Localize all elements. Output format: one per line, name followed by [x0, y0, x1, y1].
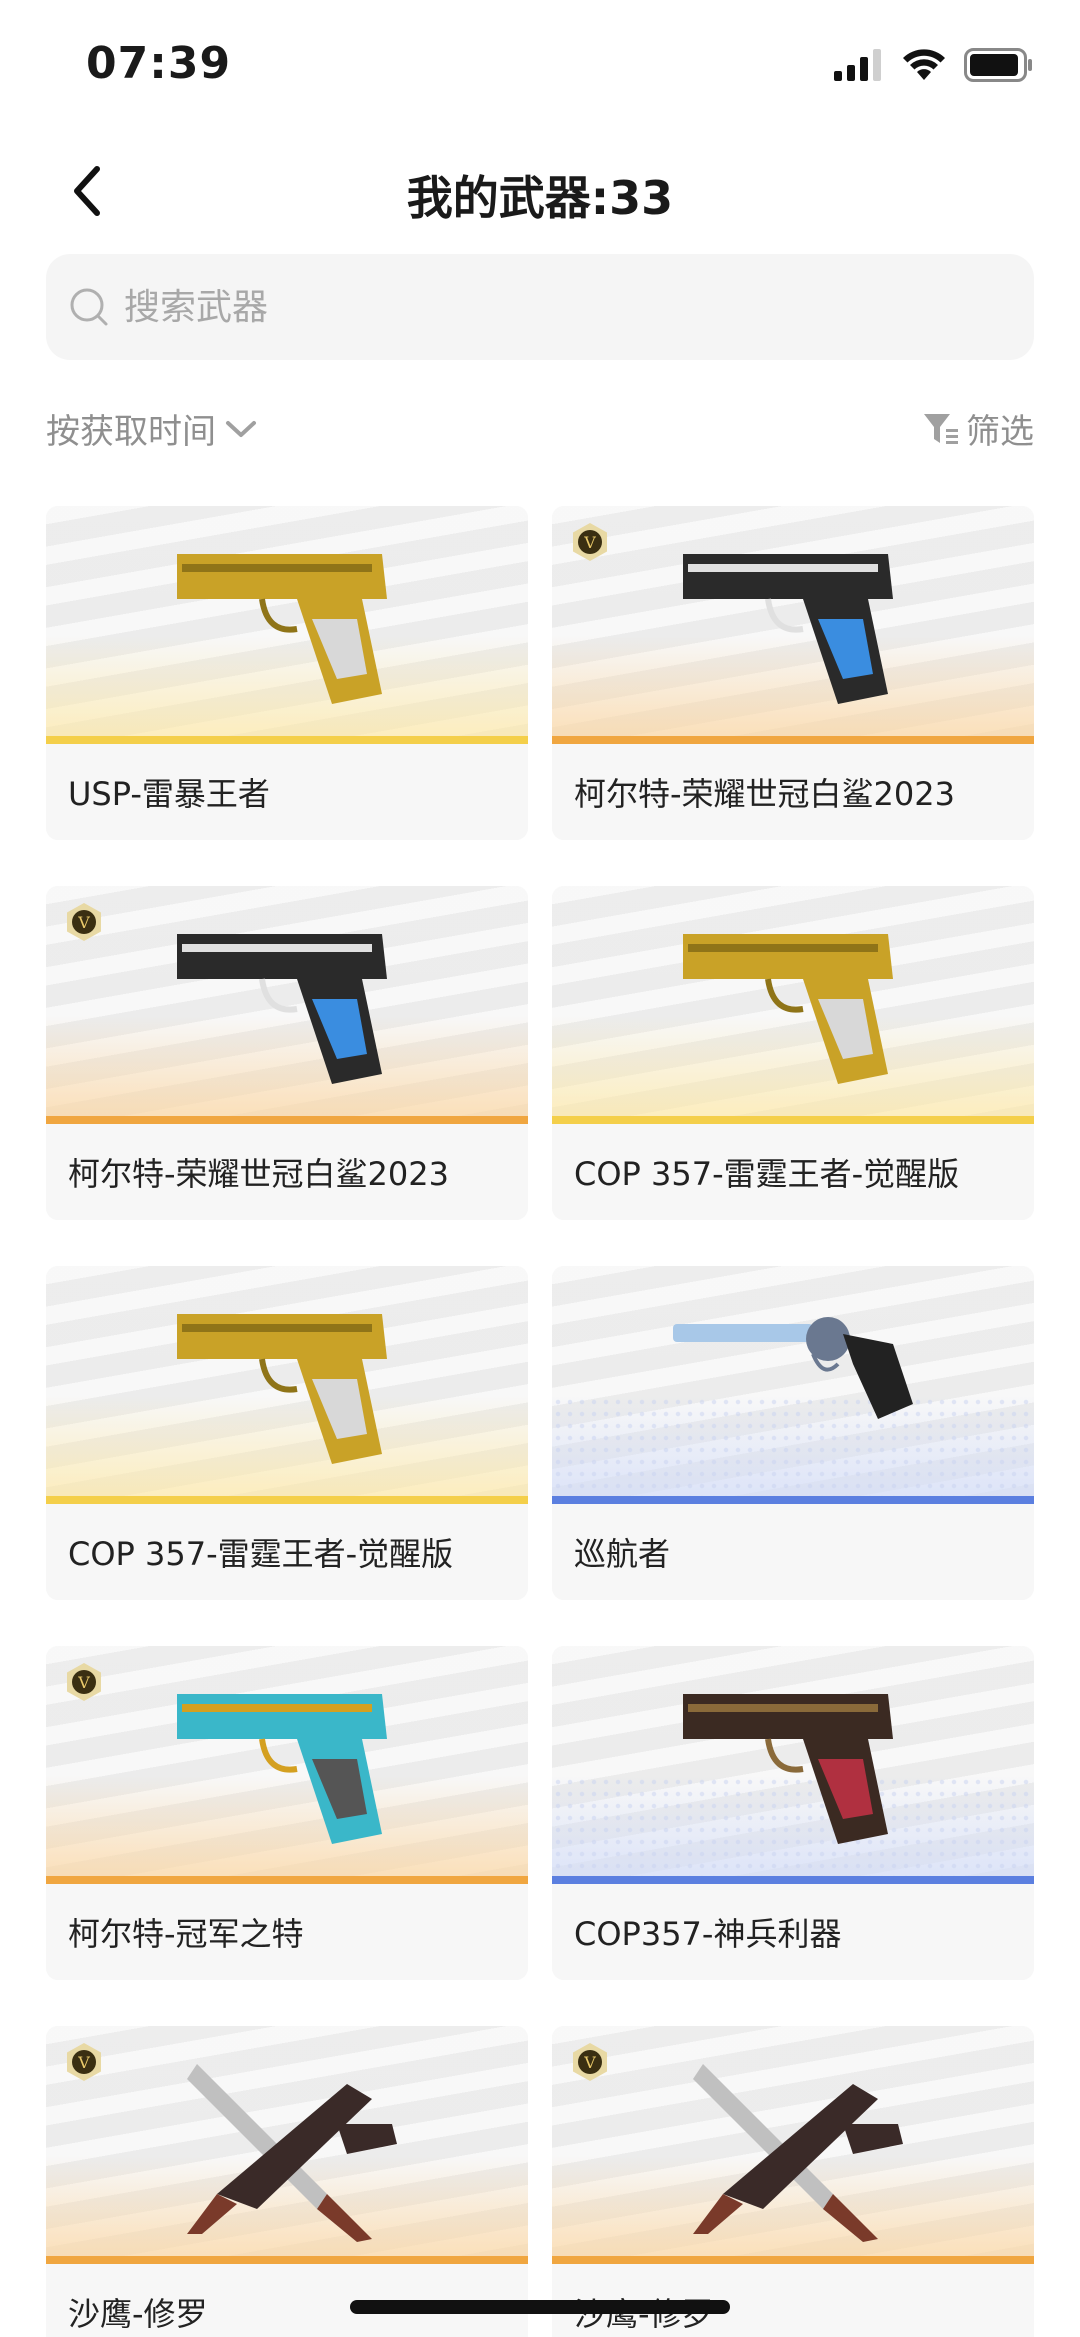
- rarity-bar: [552, 1116, 1034, 1124]
- toolbar: 按获取时间 筛选: [46, 404, 1034, 460]
- home-indicator: [350, 2300, 730, 2314]
- v-badge-icon: V: [67, 1663, 101, 1701]
- deagle-knife-icon: [693, 2064, 903, 2242]
- page-title: 我的武器:33: [406, 171, 674, 225]
- weapon-name: 柯尔特-荣耀世冠白鲨2023: [552, 744, 1034, 840]
- weapon-name: 柯尔特-冠军之特: [46, 1884, 528, 1980]
- weapon-name: 巡航者: [552, 1504, 1034, 1600]
- weapon-name: 柯尔特-荣耀世冠白鲨2023: [46, 1124, 528, 1220]
- weapon-image: V: [46, 1646, 528, 1884]
- search-icon: [70, 288, 108, 326]
- svg-text:V: V: [583, 2053, 596, 2072]
- v-badge-icon: V: [573, 523, 607, 561]
- pistol-blackwhite-icon: [683, 554, 893, 704]
- nav-bar: 我的武器:33: [0, 140, 1080, 240]
- search-input[interactable]: [124, 286, 1004, 328]
- weapon-image: [552, 1646, 1034, 1884]
- v-badge-icon: V: [67, 903, 101, 941]
- rarity-bar: [46, 1876, 528, 1884]
- pistol-teal-icon: [177, 1694, 387, 1844]
- weapon-card[interactable]: COP 357-雷霆王者-觉醒版: [46, 1266, 528, 1600]
- sort-label: 按获取时间: [46, 412, 216, 452]
- sort-dropdown[interactable]: 按获取时间: [46, 404, 258, 453]
- signal-icon: [834, 49, 881, 81]
- weapon-card[interactable]: V 沙鹰-修罗: [552, 2026, 1034, 2337]
- weapon-image: [552, 886, 1034, 1124]
- revolver-icon: [673, 1317, 913, 1419]
- weapon-image: [46, 506, 528, 744]
- weapon-card[interactable]: V 沙鹰-修罗: [46, 2026, 528, 2337]
- pistol-gold-icon: [177, 554, 387, 704]
- rarity-bar: [46, 1496, 528, 1504]
- pistol-dark-icon: [683, 1694, 893, 1844]
- svg-text:V: V: [77, 913, 90, 932]
- weapon-grid: USP-雷暴王者 V 柯尔特-荣耀世冠白鲨2023 V 柯尔特-荣耀世冠白鲨2023 CO…: [46, 506, 1034, 2337]
- weapon-image: V: [552, 506, 1034, 744]
- weapon-card[interactable]: COP 357-雷霆王者-觉醒版: [552, 886, 1034, 1220]
- rarity-bar: [46, 2256, 528, 2264]
- weapon-name: COP357-神兵利器: [552, 1884, 1034, 1980]
- weapon-card[interactable]: COP357-神兵利器: [552, 1646, 1034, 1980]
- weapon-image: V: [46, 2026, 528, 2264]
- pistol-blackwhite-icon: [177, 934, 387, 1084]
- search-bar[interactable]: [46, 254, 1034, 360]
- filter-button[interactable]: 筛选: [922, 404, 1034, 453]
- weapon-image: [552, 1266, 1034, 1504]
- svg-text:V: V: [77, 1673, 90, 1692]
- rarity-bar: [552, 1876, 1034, 1884]
- pistol-gold-icon: [177, 1314, 387, 1464]
- weapon-image: V: [46, 886, 528, 1124]
- weapon-card[interactable]: V 柯尔特-荣耀世冠白鲨2023: [46, 886, 528, 1220]
- weapon-card[interactable]: 巡航者: [552, 1266, 1034, 1600]
- weapon-image: V: [552, 2026, 1034, 2264]
- status-bar: 07:39: [0, 0, 1080, 130]
- svg-text:V: V: [77, 2053, 90, 2072]
- wifi-icon: [903, 49, 945, 80]
- weapon-image: [46, 1266, 528, 1504]
- rarity-bar: [46, 736, 528, 744]
- weapon-name: COP 357-雷霆王者-觉醒版: [552, 1124, 1034, 1220]
- weapon-card[interactable]: V 柯尔特-冠军之特: [46, 1646, 528, 1980]
- weapon-card[interactable]: V 柯尔特-荣耀世冠白鲨2023: [552, 506, 1034, 840]
- v-badge-icon: V: [67, 2043, 101, 2081]
- filter-label: 筛选: [966, 412, 1034, 452]
- chevron-down-icon: [226, 420, 256, 437]
- weapon-card[interactable]: USP-雷暴王者: [46, 506, 528, 840]
- rarity-bar: [552, 736, 1034, 744]
- pistol-gold-icon: [683, 934, 893, 1084]
- v-badge-icon: V: [573, 2043, 607, 2081]
- status-time: 07:39: [86, 38, 232, 89]
- rarity-bar: [552, 1496, 1034, 1504]
- weapon-name: COP 357-雷霆王者-觉醒版: [46, 1504, 528, 1600]
- rarity-bar: [46, 1116, 528, 1124]
- svg-text:V: V: [583, 533, 596, 552]
- status-icons: [834, 48, 1034, 82]
- rarity-bar: [552, 2256, 1034, 2264]
- battery-icon: [964, 48, 1032, 82]
- weapon-name: USP-雷暴王者: [46, 744, 528, 840]
- filter-icon: [924, 413, 958, 444]
- deagle-knife-icon: [187, 2064, 397, 2242]
